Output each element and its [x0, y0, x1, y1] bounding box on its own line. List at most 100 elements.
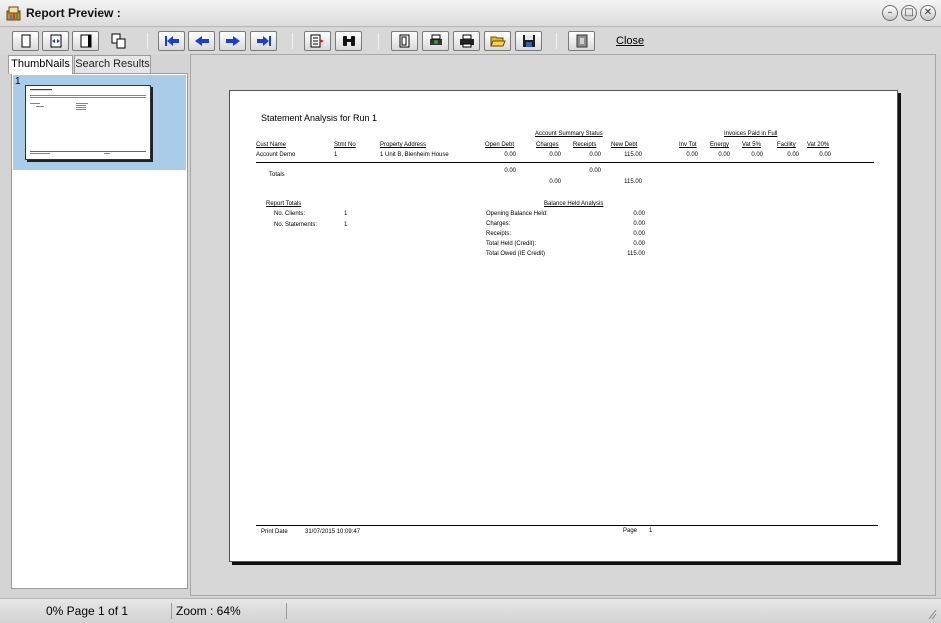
balance-held-header: Balance Held Analysis: [544, 201, 604, 207]
totals-new-debt: 115.00: [624, 179, 642, 185]
close-button[interactable]: Close: [616, 35, 644, 47]
print-date-label: Print Date: [261, 529, 288, 535]
no-statements-label: No. Statements:: [274, 222, 318, 228]
no-clients-label: No. Clients:: [274, 211, 306, 217]
maximize-icon[interactable]: □: [901, 5, 917, 21]
tab-thumbnails[interactable]: ThumbNails: [8, 55, 73, 74]
binoculars-icon: [342, 36, 355, 46]
find-button[interactable]: [335, 31, 362, 51]
table-cell: 0.00: [819, 152, 831, 158]
printer-icon: [459, 34, 474, 48]
close-window-icon[interactable]: ✕: [920, 5, 936, 21]
toolbar: Close: [0, 28, 941, 54]
column-header: New Debt: [611, 142, 638, 148]
open-button[interactable]: [484, 31, 511, 51]
thumbnail-item[interactable]: 1: [13, 75, 186, 170]
full-page-icon: [80, 34, 91, 48]
tab-search-results[interactable]: Search Results: [74, 55, 151, 73]
previous-page-button[interactable]: [188, 31, 215, 51]
balance-value: 0.00: [633, 231, 645, 237]
first-page-icon: [164, 36, 179, 46]
balance-label: Charges:: [486, 221, 511, 227]
balance-value: 0.00: [633, 241, 645, 247]
thumbnail-page: [25, 85, 151, 160]
no-clients-value: 1: [344, 211, 348, 217]
printer-setup-icon: [429, 34, 442, 45]
export-icon: [576, 34, 587, 48]
floppy-disk-icon: [522, 35, 535, 47]
page-setup-button[interactable]: [391, 31, 418, 51]
multi-page-button[interactable]: [108, 31, 130, 51]
totals-label: Totals: [269, 172, 285, 178]
window-title: Report Preview :: [26, 6, 121, 20]
table-cell: 0.00: [718, 152, 730, 158]
toolbar-separator: [378, 33, 379, 49]
next-page-button[interactable]: [219, 31, 246, 51]
minimize-icon[interactable]: –: [882, 5, 898, 21]
status-bar: 0% Page 1 of 1 Zoom : 64%: [0, 598, 941, 623]
last-page-icon: [256, 36, 271, 46]
goto-page-button[interactable]: [304, 31, 331, 51]
folder-open-icon: [489, 36, 506, 47]
goto-page-icon: [310, 34, 324, 48]
page-width-icon: [50, 34, 61, 48]
column-header: Cust Name: [256, 142, 287, 148]
balance-label: Receipts:: [486, 231, 512, 237]
title-bar: Report Preview : – □ ✕: [0, 0, 941, 27]
thumbnail-number: 1: [15, 76, 21, 87]
page-width-button[interactable]: [42, 31, 69, 51]
first-page-button[interactable]: [158, 31, 185, 51]
totals-charges: 0.00: [549, 179, 561, 185]
printer-setup-button[interactable]: [422, 31, 449, 51]
table-cell: 115.00: [624, 152, 642, 158]
preview-area[interactable]: Statement Analysis for Run 1 Account Sum…: [190, 54, 936, 596]
thumbnail-preview-image: [30, 89, 146, 154]
column-header: Facility: [777, 142, 796, 148]
table-cell: 1 Unit B, Blenheim House: [380, 152, 449, 158]
balance-value: 115.00: [627, 251, 645, 257]
table-cell: 0.00: [504, 152, 516, 158]
print-date-value: 31/07/2015 10:09:47: [305, 529, 361, 535]
arrow-right-icon: [225, 36, 240, 46]
balance-value: 0.00: [633, 211, 645, 217]
thumbnail-list[interactable]: 1: [11, 73, 188, 589]
column-header: Energy: [710, 142, 730, 148]
no-statements-value: 1: [344, 222, 348, 228]
column-header: Vat 5%: [742, 142, 761, 148]
close-button-label: Close: [616, 35, 645, 47]
status-divider: [171, 603, 172, 619]
print-button[interactable]: [453, 31, 480, 51]
column-header: Stmt No: [334, 142, 356, 148]
footer-divider: [256, 525, 878, 526]
column-header: Open Debt: [485, 142, 515, 148]
status-page-progress: 0% Page 1 of 1: [46, 604, 129, 618]
single-page-icon: [21, 34, 30, 48]
table-cell: 0.00: [589, 152, 601, 158]
table-cell: 0.00: [787, 152, 799, 158]
last-page-button[interactable]: [250, 31, 277, 51]
save-button[interactable]: [515, 31, 542, 51]
report-app-icon: [6, 6, 21, 21]
resize-grip-icon[interactable]: [927, 608, 937, 620]
one-page-button[interactable]: [12, 31, 39, 51]
toolbar-separator: [292, 33, 293, 49]
arrow-left-icon: [194, 36, 209, 46]
table-divider: [256, 162, 874, 163]
table-cell: Account Demo: [256, 152, 296, 158]
column-header: Inv Tot: [679, 142, 697, 148]
export-button[interactable]: [568, 31, 595, 51]
multi-page-icon: [111, 33, 126, 49]
table-cell: 0.00: [549, 152, 561, 158]
full-page-button[interactable]: [72, 31, 99, 51]
report-totals-header: Report Totals: [266, 201, 302, 207]
table-cell: 0.00: [751, 152, 763, 158]
page-setup-icon: [399, 34, 409, 48]
page-label: Page: [623, 528, 638, 534]
table-cell: 0.00: [686, 152, 698, 158]
balance-value: 0.00: [633, 221, 645, 227]
status-zoom: Zoom : 64%: [176, 604, 241, 618]
group-header-invoices-paid: Invoices Paid in Full: [724, 131, 778, 137]
report-title: Statement Analysis for Run 1: [261, 113, 378, 123]
left-panel: ThumbNails Search Results 1: [6, 54, 188, 594]
totals-receipts: 0.00: [589, 168, 601, 174]
